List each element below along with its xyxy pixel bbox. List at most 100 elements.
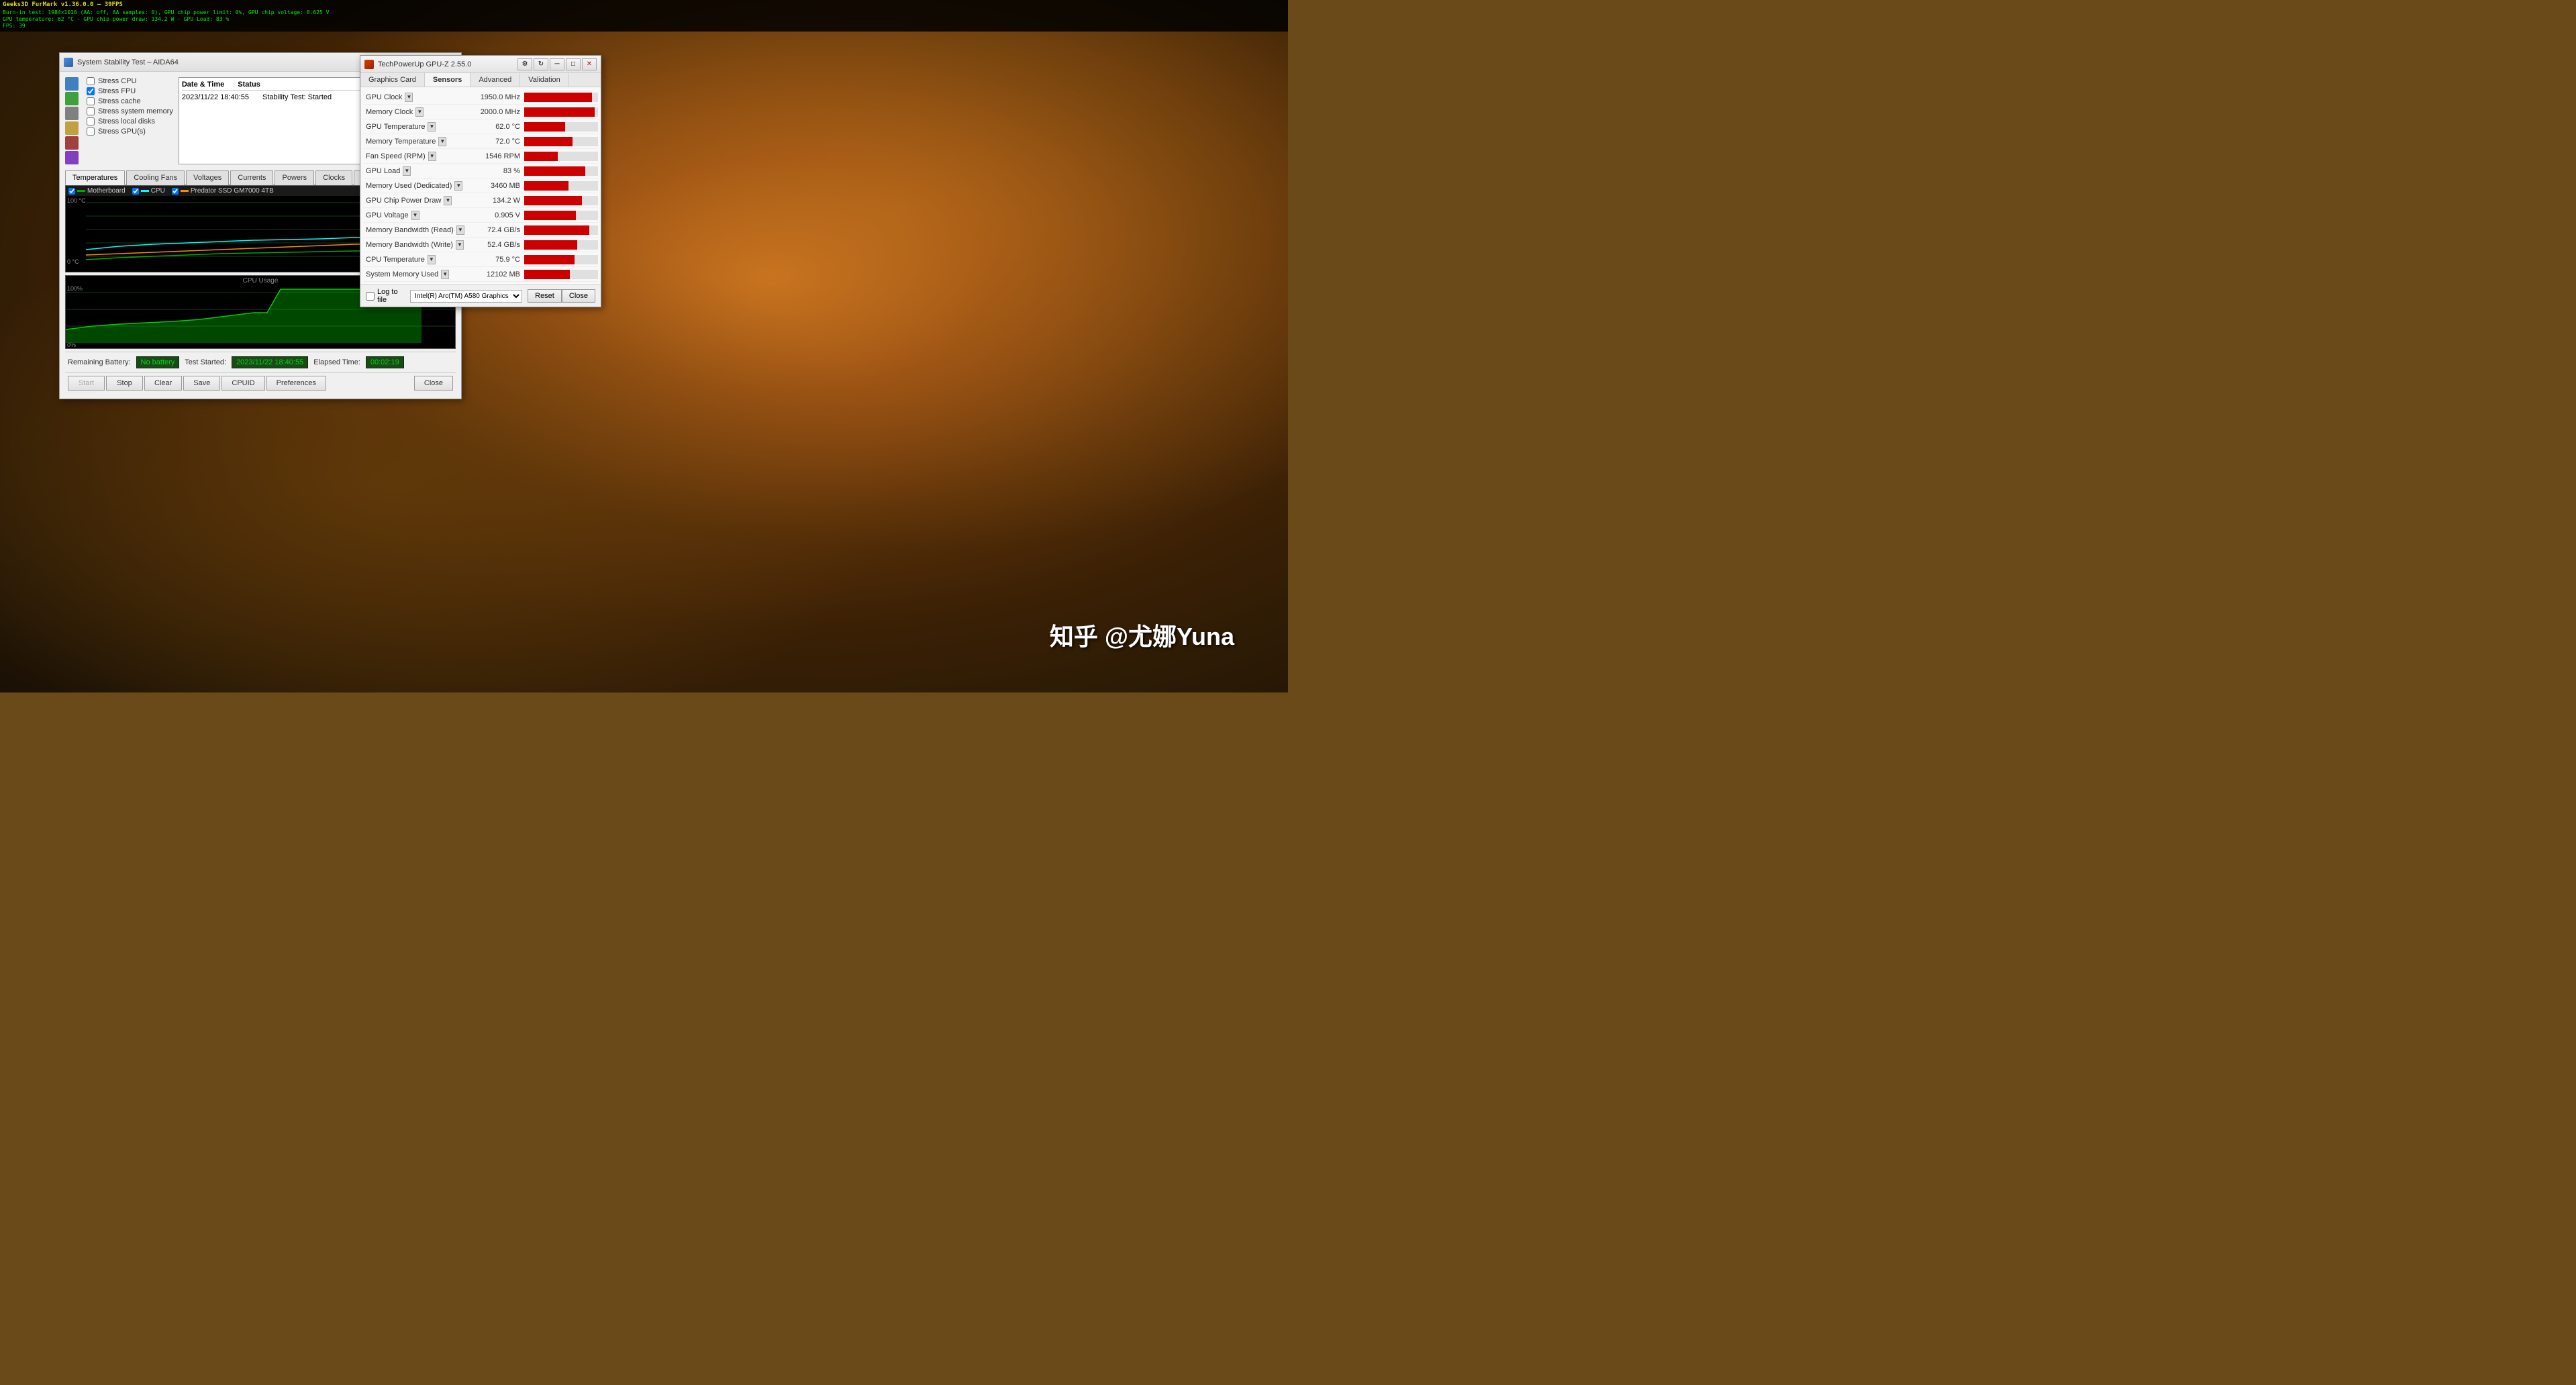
sensor-bar-2 [524,122,565,132]
close-button[interactable]: Close [414,376,453,391]
log-to-file-label: Log to file [377,288,405,304]
gpuz-minimize-button[interactable]: ─ [550,58,564,70]
stress-memory-item: Stress system memory [87,107,173,115]
sensor-name-12: System Memory Used ▼ [363,270,470,279]
sensor-value-3: 72.0 °C [470,138,524,146]
legend-ssd-color [181,190,189,192]
sensor-name-6: Memory Used (Dedicated) ▼ [363,181,470,191]
gpuz-tab-sensors[interactable]: Sensors [425,73,470,87]
stress-memory-checkbox[interactable] [87,107,95,115]
clear-button[interactable]: Clear [144,376,182,391]
gpuz-reset-button[interactable]: Reset [528,289,562,303]
aida64-icon [64,58,73,67]
datetime-value: 2023/11/22 18:40:55 [182,93,249,101]
sensor-dropdown-10[interactable]: ▼ [456,240,464,250]
cpu-icon [65,77,79,91]
gpuz-sensors-panel: GPU Clock ▼ 1950.0 MHz Memory Clock ▼ 20… [360,87,601,285]
gpuz-maximize-button[interactable]: □ [566,58,581,70]
sensor-value-11: 75.9 °C [470,256,524,264]
sensor-dropdown-8[interactable]: ▼ [411,211,419,220]
sensor-dropdown-1[interactable]: ▼ [415,107,424,117]
stress-disks-checkbox[interactable] [87,117,95,125]
gpuz-close-button[interactable]: ✕ [582,58,597,70]
sensor-name-7: GPU Chip Power Draw ▼ [363,196,470,205]
datetime-col-header: Date & Time [182,81,224,89]
legend-motherboard-checkbox[interactable] [68,188,75,195]
sensor-dropdown-7[interactable]: ▼ [444,196,452,205]
stress-cache-checkbox[interactable] [87,97,95,105]
gpuz-settings-button[interactable]: ⚙ [517,58,532,70]
log-to-file-checkbox[interactable] [366,292,375,301]
sensor-dropdown-2[interactable]: ▼ [428,122,436,132]
sensor-bar-12 [524,270,570,279]
tab-cooling-fans[interactable]: Cooling Fans [126,170,185,185]
stress-disks-label: Stress local disks [98,117,155,125]
sensor-dropdown-3[interactable]: ▼ [438,137,446,146]
gpuz-tab-advanced[interactable]: Advanced [470,73,520,87]
stress-fpu-label: Stress FPU [98,87,136,95]
sensor-dropdown-11[interactable]: ▼ [428,255,436,264]
gpuz-refresh-button[interactable]: ↻ [534,58,548,70]
battery-value: No battery [136,356,180,368]
stress-disks-item: Stress local disks [87,117,173,125]
sensor-bar-9 [524,225,589,235]
sensor-row-5: GPU Load ▼ 83 % [363,164,598,178]
sensor-dropdown-6[interactable]: ▼ [454,181,462,191]
sensor-bar-container-1 [524,107,598,117]
gpuz-tab-graphics-card[interactable]: Graphics Card [360,73,425,87]
preferences-button[interactable]: Preferences [266,376,326,391]
sensor-bar-3 [524,137,573,146]
sensor-bar-container-0 [524,93,598,102]
sensor-name-10: Memory Bandwidth (Write) ▼ [363,240,470,250]
legend-ssd-checkbox[interactable] [172,188,179,195]
battery-label: Remaining Battery: [68,358,131,366]
tab-powers[interactable]: Powers [275,170,314,185]
furmark-overlay: Geeks3D FurMark v1.36.0.0 – 39FPS Burn-i… [0,0,1288,32]
sensor-dropdown-4[interactable]: ▼ [428,152,436,161]
stop-button[interactable]: Stop [106,376,143,391]
sensor-dropdown-12[interactable]: ▼ [441,270,449,279]
sensor-value-7: 134.2 W [470,197,524,205]
sensor-value-1: 2000.0 MHz [470,108,524,116]
watermark: 知乎 @尤娜Yuna [1050,617,1234,652]
gpuz-window: TechPowerUp GPU-Z 2.55.0 ⚙ ↻ ─ □ ✕ Graph… [360,55,601,307]
sensor-dropdown-9[interactable]: ▼ [456,225,464,235]
tab-voltages[interactable]: Voltages [186,170,229,185]
sensor-row-12: System Memory Used ▼ 12102 MB [363,267,598,282]
sensor-bar-container-12 [524,270,598,279]
sensor-name-2: GPU Temperature ▼ [363,122,470,132]
sensor-bar-container-6 [524,181,598,191]
elapsed-label: Elapsed Time: [313,358,360,366]
test-started-value: 2023/11/22 18:40:55 [232,356,308,368]
stress-gpus-checkbox[interactable] [87,127,95,136]
sensor-bar-5 [524,166,585,176]
stress-cpu-item: Stress CPU [87,77,173,85]
legend-cpu-color [141,190,149,192]
legend-motherboard-color [77,190,85,192]
stress-fpu-checkbox[interactable] [87,87,95,95]
start-button[interactable]: Start [68,376,105,391]
gpu-select-dropdown[interactable]: Intel(R) Arc(TM) A580 Graphics [410,290,522,303]
sensor-row-8: GPU Voltage ▼ 0.905 V [363,208,598,223]
legend-cpu-checkbox[interactable] [132,188,139,195]
save-button[interactable]: Save [183,376,220,391]
sensor-dropdown-5[interactable]: ▼ [403,166,411,176]
cache-icon [65,107,79,120]
sensor-row-3: Memory Temperature ▼ 72.0 °C [363,134,598,149]
sensor-bar-11 [524,255,575,264]
gpuz-bottom-bar: Log to file Intel(R) Arc(TM) A580 Graphi… [360,285,601,307]
sensor-row-11: CPU Temperature ▼ 75.9 °C [363,252,598,267]
tab-temperatures[interactable]: Temperatures [65,170,125,185]
gpu-icon [65,151,79,164]
stress-gpus-item: Stress GPU(s) [87,127,173,136]
tab-clocks[interactable]: Clocks [315,170,352,185]
furmark-title: Geeks3D FurMark v1.36.0.0 – 39FPS [3,1,1285,9]
gpuz-tab-validation[interactable]: Validation [520,73,569,87]
stress-cpu-checkbox[interactable] [87,77,95,85]
sensor-bar-0 [524,93,592,102]
sensor-dropdown-0[interactable]: ▼ [405,93,413,102]
tab-currents[interactable]: Currents [230,170,273,185]
gpuz-close-button[interactable]: Close [562,289,595,303]
sensor-name-3: Memory Temperature ▼ [363,137,470,146]
cpuid-button[interactable]: CPUID [221,376,264,391]
